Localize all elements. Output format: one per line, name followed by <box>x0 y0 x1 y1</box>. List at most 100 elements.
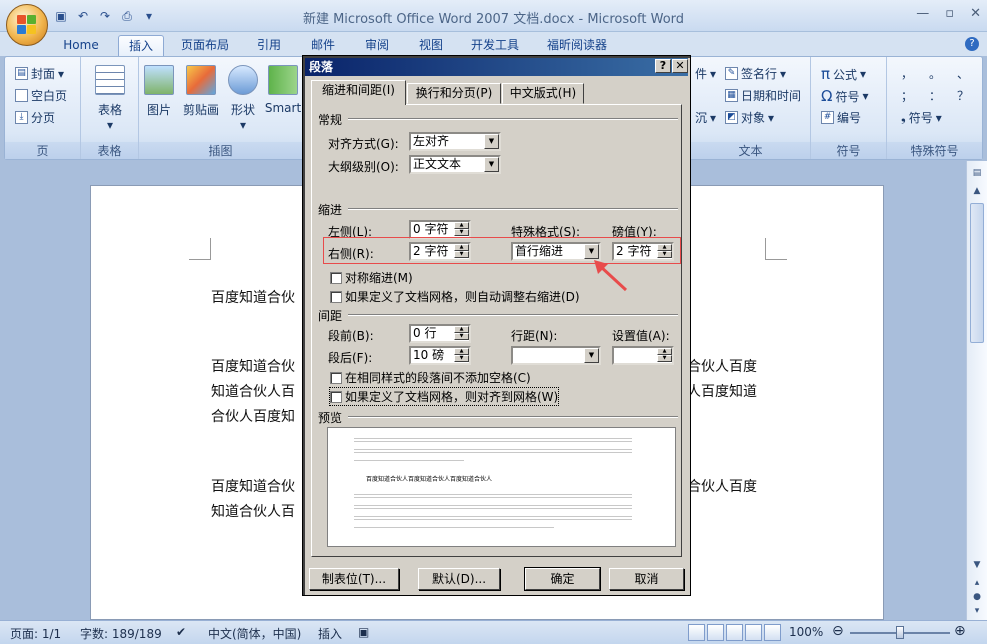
qat-dropdown-icon[interactable]: ▾ <box>140 7 158 25</box>
doc-line[interactable]: 百度知道合伙 <box>211 476 295 496</box>
tab-foxit[interactable]: 福昕阅读器 <box>536 35 618 56</box>
checkbox-box[interactable] <box>330 371 342 384</box>
save-icon[interactable]: ▣ <box>52 7 70 25</box>
doc-line[interactable]: 合伙人百度知 <box>211 406 295 426</box>
period-symbol[interactable]: 。 <box>929 65 941 82</box>
checkbox-box[interactable] <box>330 271 342 284</box>
outline-level-select[interactable]: 正文文本 ▼ <box>409 155 501 174</box>
scroll-down-icon[interactable]: ▼ <box>969 557 985 573</box>
quick-parts-button[interactable]: 件 ▾ <box>695 65 716 82</box>
tab-home[interactable]: Home <box>54 35 108 56</box>
table-button[interactable]: 表格 ▾ <box>91 65 129 132</box>
spin-up-icon[interactable]: ▲ <box>454 326 469 333</box>
draft-view-icon[interactable] <box>764 624 781 641</box>
cancel-button[interactable]: 取消 <box>609 568 684 590</box>
outline-view-icon[interactable] <box>745 624 762 641</box>
spellcheck-icon[interactable]: ✔ <box>176 625 186 639</box>
tab-indents-spacing[interactable]: 缩进和间距(I) <box>311 80 406 105</box>
cover-page-button[interactable]: ▤ 封面 ▾ <box>15 65 64 82</box>
ruler-toggle-icon[interactable]: ▤ <box>969 165 985 181</box>
spin-down-icon[interactable]: ▼ <box>454 229 469 236</box>
doc-line-right[interactable]: 人百度知道 <box>687 381 757 401</box>
doc-line-right[interactable]: 合伙人百度 <box>687 356 757 376</box>
insert-mode[interactable]: 插入 <box>318 625 342 642</box>
shapes-button[interactable]: 形状 ▾ <box>227 65 259 132</box>
macro-record-icon[interactable]: ▣ <box>358 625 369 639</box>
close-button[interactable]: ✕ <box>970 6 981 21</box>
spacing-at-spinner[interactable]: ▲ ▼ <box>612 346 674 365</box>
special-symbol-button[interactable]: ❟ 符号 ▾ <box>901 109 942 126</box>
tab-references[interactable]: 引用 <box>246 35 292 56</box>
word-count[interactable]: 字数: 189/189 <box>80 625 162 642</box>
no-space-same-style-checkbox[interactable]: 在相同样式的段落间不添加空格(C) <box>330 369 531 386</box>
next-page-icon[interactable]: ▾ <box>969 603 985 619</box>
full-screen-reading-icon[interactable] <box>707 624 724 641</box>
spin-up-icon[interactable]: ▲ <box>454 222 469 229</box>
numbering-button[interactable]: # 编号 <box>821 109 861 126</box>
dialog-close-button[interactable]: ✕ <box>672 59 688 73</box>
default-button[interactable]: 默认(D)... <box>418 568 500 590</box>
tabs-button[interactable]: 制表位(T)... <box>309 568 399 590</box>
checkbox-box[interactable] <box>330 290 342 303</box>
enum-comma-symbol[interactable]: 、 <box>957 65 969 82</box>
auto-adjust-indent-checkbox[interactable]: 如果定义了文档网格，则自动调整右缩进(D) <box>330 288 580 305</box>
scroll-up-icon[interactable]: ▲ <box>969 183 985 199</box>
checkbox-box[interactable] <box>330 390 342 403</box>
print-preview-icon[interactable]: ⎙ <box>118 7 136 25</box>
tab-insert[interactable]: 插入 <box>118 35 164 56</box>
language[interactable]: 中文(简体，中国) <box>208 625 301 642</box>
alignment-select[interactable]: 左对齐 ▼ <box>409 132 501 151</box>
semicolon-symbol[interactable]: ； <box>901 87 913 104</box>
page-count[interactable]: 页面: 1/1 <box>10 625 61 642</box>
doc-line[interactable]: 知道合伙人百 <box>211 381 295 401</box>
doc-line-right[interactable]: 合伙人百度 <box>687 476 757 496</box>
symbol-button[interactable]: Ω 符号 ▾ <box>821 87 869 105</box>
doc-line[interactable]: 知道合伙人百 <box>211 501 295 521</box>
doc-line[interactable]: 百度知道合伙 <box>211 356 295 376</box>
tab-developer[interactable]: 开发工具 <box>462 35 528 56</box>
tab-page-layout[interactable]: 页面布局 <box>172 35 238 56</box>
spin-up-icon[interactable]: ▲ <box>454 348 469 355</box>
blank-page-button[interactable]: 空白页 <box>15 87 67 104</box>
tab-line-page-breaks[interactable]: 换行和分页(P) <box>407 83 501 104</box>
signature-line-button[interactable]: ✎ 签名行 ▾ <box>725 65 786 82</box>
spacing-before-spinner[interactable]: 0 行 ▲ ▼ <box>409 324 471 343</box>
tab-mailings[interactable]: 邮件 <box>300 35 346 56</box>
redo-icon[interactable]: ↷ <box>96 7 114 25</box>
scroll-thumb[interactable] <box>970 203 984 343</box>
tab-view[interactable]: 视图 <box>408 35 454 56</box>
zoom-level[interactable]: 100% <box>789 625 823 639</box>
date-time-button[interactable]: ▦ 日期和时间 <box>725 87 801 104</box>
undo-icon[interactable]: ↶ <box>74 7 92 25</box>
ok-button[interactable]: 确定 <box>524 567 601 591</box>
drop-cap-button[interactable]: 沉 ▾ <box>695 109 716 126</box>
equation-button[interactable]: π 公式 ▾ <box>821 65 866 83</box>
doc-line[interactable]: 百度知道合伙 <box>211 287 295 307</box>
spin-down-icon[interactable]: ▼ <box>454 333 469 340</box>
clipart-button[interactable]: 剪贴画 <box>179 65 223 118</box>
spin-down-icon[interactable]: ▼ <box>657 355 672 362</box>
snap-to-grid-checkbox[interactable]: 如果定义了文档网格，则对齐到网格(W) <box>328 387 560 406</box>
spacing-after-spinner[interactable]: 10 磅 ▲ ▼ <box>409 346 471 365</box>
help-icon[interactable]: ? <box>965 37 979 51</box>
spin-up-icon[interactable]: ▲ <box>657 348 672 355</box>
zoom-in-icon[interactable]: ⊕ <box>954 623 966 639</box>
web-layout-icon[interactable] <box>726 624 743 641</box>
office-button[interactable] <box>6 4 48 46</box>
smartart-button[interactable]: Smart <box>263 65 303 115</box>
picture-button[interactable]: 图片 <box>143 65 175 118</box>
minimize-button[interactable]: — <box>916 6 929 21</box>
vertical-scrollbar[interactable]: ▤ ▲ ▼ ▴ ● ▾ <box>966 161 987 620</box>
page-break-button[interactable]: ⤓ 分页 <box>15 109 55 126</box>
zoom-out-icon[interactable]: ⊖ <box>832 623 844 639</box>
tab-asian-typography[interactable]: 中文版式(H) <box>502 83 584 104</box>
zoom-knob[interactable] <box>896 626 904 639</box>
line-spacing-select[interactable]: ▼ <box>511 346 601 365</box>
print-layout-icon[interactable] <box>688 624 705 641</box>
question-symbol[interactable]: ？ <box>957 87 969 104</box>
object-button[interactable]: ◩ 对象 ▾ <box>725 109 774 126</box>
restore-button[interactable]: ▫ <box>945 6 954 21</box>
colon-symbol[interactable]: ： <box>929 87 941 104</box>
tab-review[interactable]: 审阅 <box>354 35 400 56</box>
spin-down-icon[interactable]: ▼ <box>454 355 469 362</box>
